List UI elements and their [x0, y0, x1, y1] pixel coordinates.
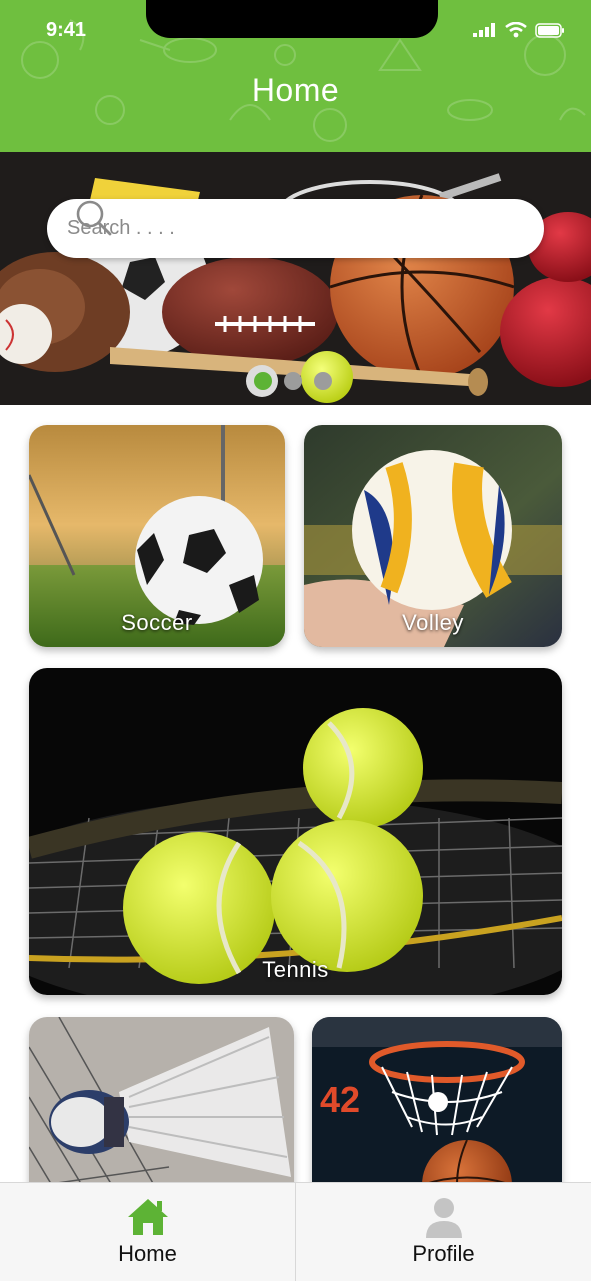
- carousel-dot[interactable]: [314, 372, 332, 390]
- search-bar[interactable]: [47, 199, 544, 258]
- carousel-dot[interactable]: [254, 372, 272, 390]
- carousel-indicator: [254, 372, 332, 390]
- status-icons: [473, 22, 565, 38]
- search-input[interactable]: [65, 216, 429, 241]
- device-notch: [146, 0, 438, 38]
- nav-label-home: Home: [118, 1241, 177, 1266]
- wifi-icon: [505, 22, 527, 38]
- search-icon: [76, 200, 112, 236]
- home-icon: [127, 1199, 168, 1235]
- battery-icon: [535, 22, 564, 38]
- category-card-tennis[interactable]: Tennis: [29, 668, 562, 995]
- page-title: Home: [251, 72, 340, 108]
- nav-item-profile[interactable]: Profile: [295, 1183, 591, 1281]
- category-label: Volley: [402, 610, 464, 635]
- category-card-soccer[interactable]: Soccer: [29, 425, 285, 647]
- bottom-navigation: Home Profile: [0, 1182, 591, 1281]
- banner-carousel[interactable]: [0, 152, 591, 405]
- category-label: Soccer: [121, 610, 193, 635]
- carousel-dot[interactable]: [284, 372, 302, 390]
- tennis-image: [29, 668, 562, 995]
- svg-text:42: 42: [320, 1079, 360, 1120]
- user-icon: [425, 1198, 462, 1238]
- signal-icon: [473, 23, 495, 37]
- category-card-volley[interactable]: Volley: [304, 425, 562, 647]
- sports-equipment-image: [0, 173, 591, 403]
- status-time: 9:41: [46, 19, 87, 41]
- nav-label-profile: Profile: [412, 1241, 475, 1266]
- nav-item-home[interactable]: Home: [0, 1183, 295, 1281]
- category-label: Tennis: [262, 957, 329, 982]
- app-header: 9:41 Home: [0, 0, 591, 152]
